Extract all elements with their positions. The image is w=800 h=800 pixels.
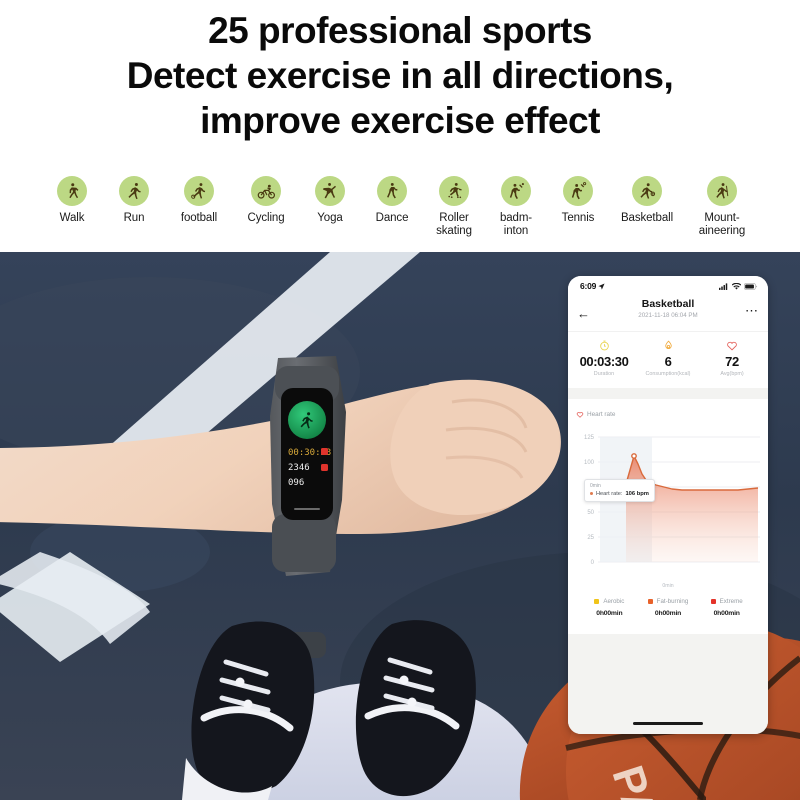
- battery-icon: [744, 277, 758, 295]
- zone-name: Aerobic: [603, 598, 625, 605]
- tooltip-series-label: Heart rate:: [596, 490, 623, 497]
- app-subtitle-timestamp: 2021-11-18 06:04 PM: [638, 312, 698, 320]
- tooltip-time: 0min: [590, 483, 601, 489]
- flame-icon: [663, 339, 674, 352]
- mountaineering-icon: [707, 176, 737, 206]
- zone-name: Extreme: [719, 598, 743, 605]
- zone-color-swatch: [710, 599, 716, 604]
- sport-item-walk[interactable]: Walk: [41, 176, 103, 225]
- sport-label: Walk: [59, 212, 85, 224]
- sport-item-cycling[interactable]: Cycling: [233, 176, 299, 225]
- headline-line-3: improve exercise effect: [200, 100, 600, 142]
- sport-label: Roller skating: [436, 212, 472, 237]
- svg-text:25: 25: [587, 535, 594, 541]
- basketball-icon: [632, 176, 662, 206]
- promo-page: 25 professional sports Detect exercise i…: [0, 0, 800, 800]
- sport-item-yoga[interactable]: Yoga: [299, 176, 361, 225]
- section-divider: [568, 388, 768, 399]
- tooltip-value: 106 bpm: [625, 490, 649, 497]
- sport-label: Run: [123, 212, 145, 224]
- zone-extreme: Extreme 0h00min: [697, 598, 756, 617]
- back-arrow-icon[interactable]: ←: [577, 307, 590, 320]
- zone-time: 0h00min: [596, 610, 623, 617]
- stat-duration: 00:03:30 Duration: [572, 339, 636, 377]
- workout-summary-stats: 00:03:30 Duration 6 Consumption(kcal) 72…: [568, 331, 768, 388]
- zone-color-swatch: [647, 599, 653, 604]
- heart-icon: [726, 339, 738, 352]
- sport-item-basketball[interactable]: Basketball: [609, 176, 685, 225]
- status-bar-time: 6:09: [580, 280, 597, 291]
- sports-icon-strip: Walk Run football Cycling Yoga Dance Rol…: [0, 176, 800, 246]
- sport-label: badm-inton: [499, 212, 533, 237]
- app-title: Basketball: [641, 298, 695, 310]
- zone-time: 0h00min: [654, 610, 682, 617]
- page-title: 25 professional sports Detect exercise i…: [0, 8, 800, 143]
- football-icon: [184, 176, 214, 206]
- walk-icon: [57, 176, 87, 206]
- location-arrow-icon: [598, 277, 605, 295]
- stat-caption: Duration: [593, 371, 615, 377]
- zone-time: 0h00min: [713, 610, 740, 617]
- run-icon: [119, 176, 149, 206]
- stat-value: 72: [725, 354, 739, 369]
- stat-value: 6: [664, 354, 672, 369]
- svg-text:2346: 2346: [288, 463, 310, 473]
- sport-item-mountaineering[interactable]: Mount-aineering: [685, 176, 759, 238]
- phone-status-bar: 6:09: [568, 276, 768, 295]
- dance-icon: [377, 176, 407, 206]
- zone-fat-burning: Fat-burning 0h00min: [639, 598, 698, 617]
- app-nav-bar: ← Basketball 2021-11-18 06:04 PM ⋯: [568, 295, 768, 331]
- stat-consumption: 6 Consumption(kcal): [636, 339, 700, 377]
- zone-name: Fat-burning: [656, 598, 689, 605]
- stopwatch-icon: [599, 339, 610, 352]
- sport-item-tennis[interactable]: Tennis: [547, 176, 609, 225]
- stat-caption: Consumption(kcal): [645, 371, 691, 377]
- stat-caption: Avg(bpm): [720, 371, 744, 377]
- headline-line-1: 25 professional sports: [208, 10, 592, 51]
- svg-text:100: 100: [584, 460, 595, 466]
- sport-item-dance[interactable]: Dance: [361, 176, 423, 225]
- sport-item-roller-skating[interactable]: Roller skating: [423, 176, 485, 238]
- sport-label: Cycling: [247, 212, 285, 224]
- badminton-icon: [501, 176, 531, 206]
- stat-avg-heart-rate: 72 Avg(bpm): [700, 339, 764, 377]
- sport-label: Mount-aineering: [698, 212, 746, 237]
- sport-label: Dance: [375, 212, 409, 224]
- headline-line-2: Detect exercise in all directions,: [126, 55, 674, 97]
- sport-label: Basketball: [620, 212, 674, 224]
- yoga-icon: [315, 176, 345, 206]
- cellular-signal-icon: [719, 277, 729, 295]
- svg-text:096: 096: [288, 478, 304, 488]
- sport-item-badminton[interactable]: badm-inton: [485, 176, 547, 238]
- heart-rate-chart[interactable]: 125 100 75 50 25 0: [576, 425, 760, 585]
- heart-rate-zones-legend: Aerobic 0h00min Fat-burning 0h00min Extr…: [576, 589, 760, 626]
- cycling-icon: [251, 176, 281, 206]
- heart-outline-icon: [576, 405, 584, 423]
- more-dots-icon[interactable]: ⋯: [745, 304, 759, 322]
- sport-item-football[interactable]: football: [165, 176, 233, 225]
- svg-text:125: 125: [584, 435, 595, 441]
- sport-label: Yoga: [317, 212, 343, 224]
- sport-label: football: [180, 212, 218, 224]
- heart-rate-label: Heart rate: [587, 410, 616, 418]
- heart-rate-card: Heart rate 125 100 50 25 0 0min Heart ra…: [568, 399, 768, 634]
- tennis-icon: [563, 176, 593, 206]
- zone-aerobic: Aerobic 0h00min: [580, 598, 639, 617]
- phone-bottom-area: [568, 666, 768, 734]
- stat-value: 00:03:30: [579, 354, 629, 369]
- sport-label: Tennis: [561, 212, 595, 224]
- sport-item-run[interactable]: Run: [103, 176, 165, 225]
- home-indicator-bar[interactable]: [633, 722, 703, 725]
- wifi-icon: [731, 277, 742, 295]
- chart-tooltip: 0min Heart rate: 106 bpm: [584, 479, 655, 502]
- zone-color-swatch: [594, 599, 600, 604]
- roller-skating-icon: [439, 176, 469, 206]
- tooltip-series-dot: [590, 492, 593, 495]
- app-screenshot-card: 6:09 ← Basketball 2021-11-18 06:04 PM ⋯ …: [568, 276, 768, 734]
- svg-text:0: 0: [591, 560, 595, 566]
- svg-text:50: 50: [587, 510, 594, 516]
